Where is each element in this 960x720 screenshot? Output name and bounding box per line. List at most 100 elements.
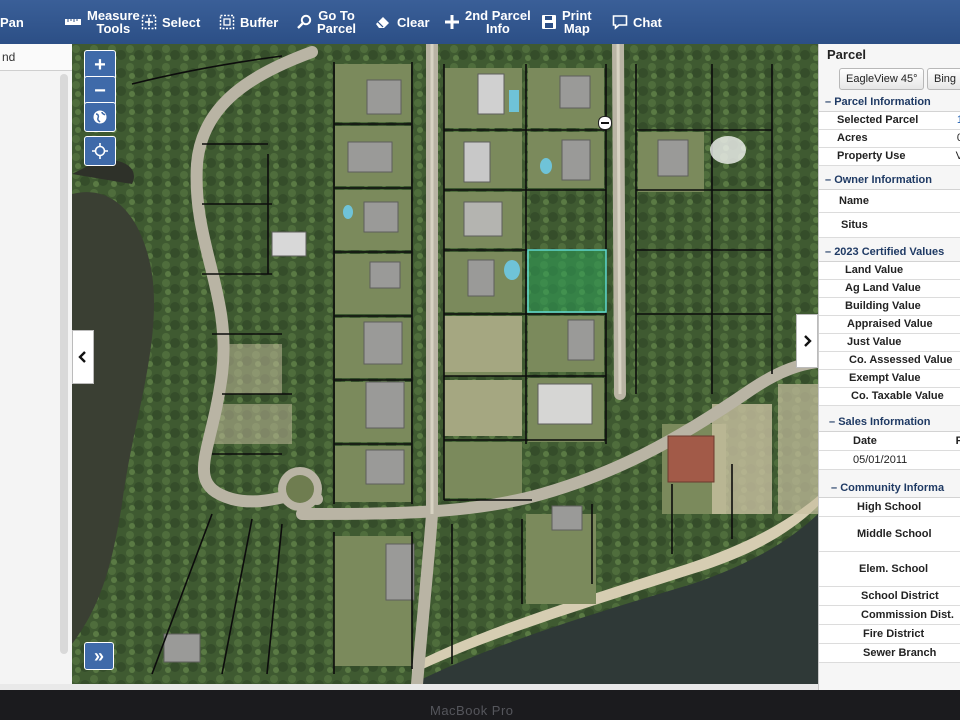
row-property-use: Property Use V [819,148,960,166]
label-high-school: High School [857,501,922,513]
go-to-parcel-button[interactable]: Go To Parcel [296,0,356,44]
section-owner-info-title: Owner Information [834,174,932,186]
left-panel-scrollbar[interactable] [60,74,68,654]
screen: Pan Measure Tools Select Buffer Go To Parc… [0,0,960,690]
buffer-label: Buffer [240,14,279,30]
chat-bubble-icon [612,15,628,30]
row-assessed-value: Co. Assessed Value [819,352,960,370]
select-button[interactable]: Select [141,0,200,44]
crosshair-icon [92,143,108,159]
row-land-value: Land Value [819,262,960,280]
double-chevron-icon: » [93,646,104,666]
label-ag-land-value: Ag Land Value [845,282,921,294]
locate-button[interactable] [84,136,116,166]
goto-label-2: Parcel [317,21,357,36]
basemap-globe-button[interactable] [84,102,116,132]
clear-button[interactable]: Clear [374,0,430,44]
expand-toggle-button[interactable]: » [84,642,114,670]
measure-tools-button[interactable]: Measure Tools [64,0,140,44]
row-school-district: School District [819,587,960,606]
print-map-button[interactable]: Print Map [541,0,592,44]
tab-bing[interactable]: Bing M [927,68,960,90]
row-sale-1: 05/01/2011 [819,451,960,470]
row-sewer-branch: Sewer Branch [819,644,960,663]
section-parcel-info-title: Parcel Information [834,96,931,108]
row-just-value: Just Value [819,334,960,352]
save-disk-icon [542,15,556,29]
row-acres: Acres 0 [819,130,960,148]
tab-eagleview[interactable]: EagleView 45° [839,68,925,90]
buffer-button[interactable]: Buffer [219,0,278,44]
aerial-map [72,44,818,684]
measure-label-2: Tools [96,21,131,36]
value-sale-date: 05/01/2011 [853,454,908,466]
globe-icon [93,110,107,124]
label-sale-date: Date [853,435,877,447]
row-middle-school: Middle School [819,517,960,552]
map-zoom-marker[interactable] [598,116,612,130]
collapse-right-panel-button[interactable] [796,314,818,368]
label-taxable-value: Co. Taxable Value [851,390,944,402]
label-exempt-value: Exempt Value [849,372,921,384]
select-label: Select [162,14,201,30]
left-panel: nd [0,44,73,684]
label-property-use: Property Use [837,150,906,162]
label-elem-school: Elem. School [859,563,929,575]
row-taxable-value: Co. Taxable Value [819,388,960,406]
zoom-in-icon: + [94,54,106,76]
row-sales-header: Date P [819,432,960,451]
label-commission-dist: Commission Dist. [861,609,954,621]
eraser-icon [376,17,389,28]
search-icon [297,14,312,29]
row-situs: Situs [819,213,960,238]
label-owner-name: Name [839,195,869,207]
laptop-brand: MacBook Pro [430,703,514,718]
map-view[interactable]: + − » [72,44,818,684]
section-sales-info-title: Sales Information [838,416,931,428]
toolbar: Pan Measure Tools Select Buffer Go To Parc… [0,0,960,44]
row-appraised-value: Appraised Value [819,316,960,334]
second-parcel-info-button[interactable]: 2nd Parcel Info [444,0,531,44]
section-certified-values[interactable]: – 2023 Certified Values [819,244,960,262]
label-fire-district: Fire District [863,628,925,640]
chat-button[interactable]: Chat [612,0,662,44]
chevron-right-icon [804,335,812,347]
label-assessed-value: Co. Assessed Value [849,354,953,366]
label-appraised-value: Appraised Value [847,318,933,330]
buffer-icon [219,14,235,30]
section-sales-info[interactable]: – Sales Information [819,414,960,432]
label-selected-parcel: Selected Parcel [837,114,919,126]
section-community-info[interactable]: – Community Informa [819,480,960,498]
section-certified-values-title: 2023 Certified Values [834,246,945,258]
section-owner-info[interactable]: – Owner Information [819,172,960,190]
label-just-value: Just Value [847,336,902,348]
pan-label: Pan [0,14,24,30]
selected-parcel-highlight[interactable] [527,249,607,313]
section-community-info-title: Community Informa [840,482,945,494]
chevron-left-icon [78,351,86,363]
chat-label: Chat [633,14,662,30]
row-owner-name: Name [819,190,960,213]
pan-button[interactable]: Pan [0,0,24,44]
label-sale-price: P [956,432,960,450]
zoom-out-icon: − [94,80,106,102]
select-box-icon [141,14,157,30]
info2-label-2: Info [485,21,510,36]
label-land-value: Land Value [845,264,904,276]
print-label-2: Map [563,21,590,36]
label-situs: Situs [841,219,868,231]
collapse-left-panel-button[interactable] [72,330,94,384]
row-fire-district: Fire District [819,625,960,644]
row-elem-school: Elem. School [819,552,960,587]
label-school-district: School District [861,590,939,602]
label-sewer-branch: Sewer Branch [863,647,937,659]
left-panel-header: nd [0,44,72,71]
row-building-value: Building Value [819,298,960,316]
ruler-icon [65,19,81,25]
row-selected-parcel: Selected Parcel 1 [819,112,960,130]
value-property-use: V [956,148,960,165]
parcel-panel-title: Parcel [827,47,867,62]
label-middle-school: Middle School [857,528,932,540]
section-parcel-info[interactable]: – Parcel Information [819,94,960,112]
row-high-school: High School [819,498,960,517]
